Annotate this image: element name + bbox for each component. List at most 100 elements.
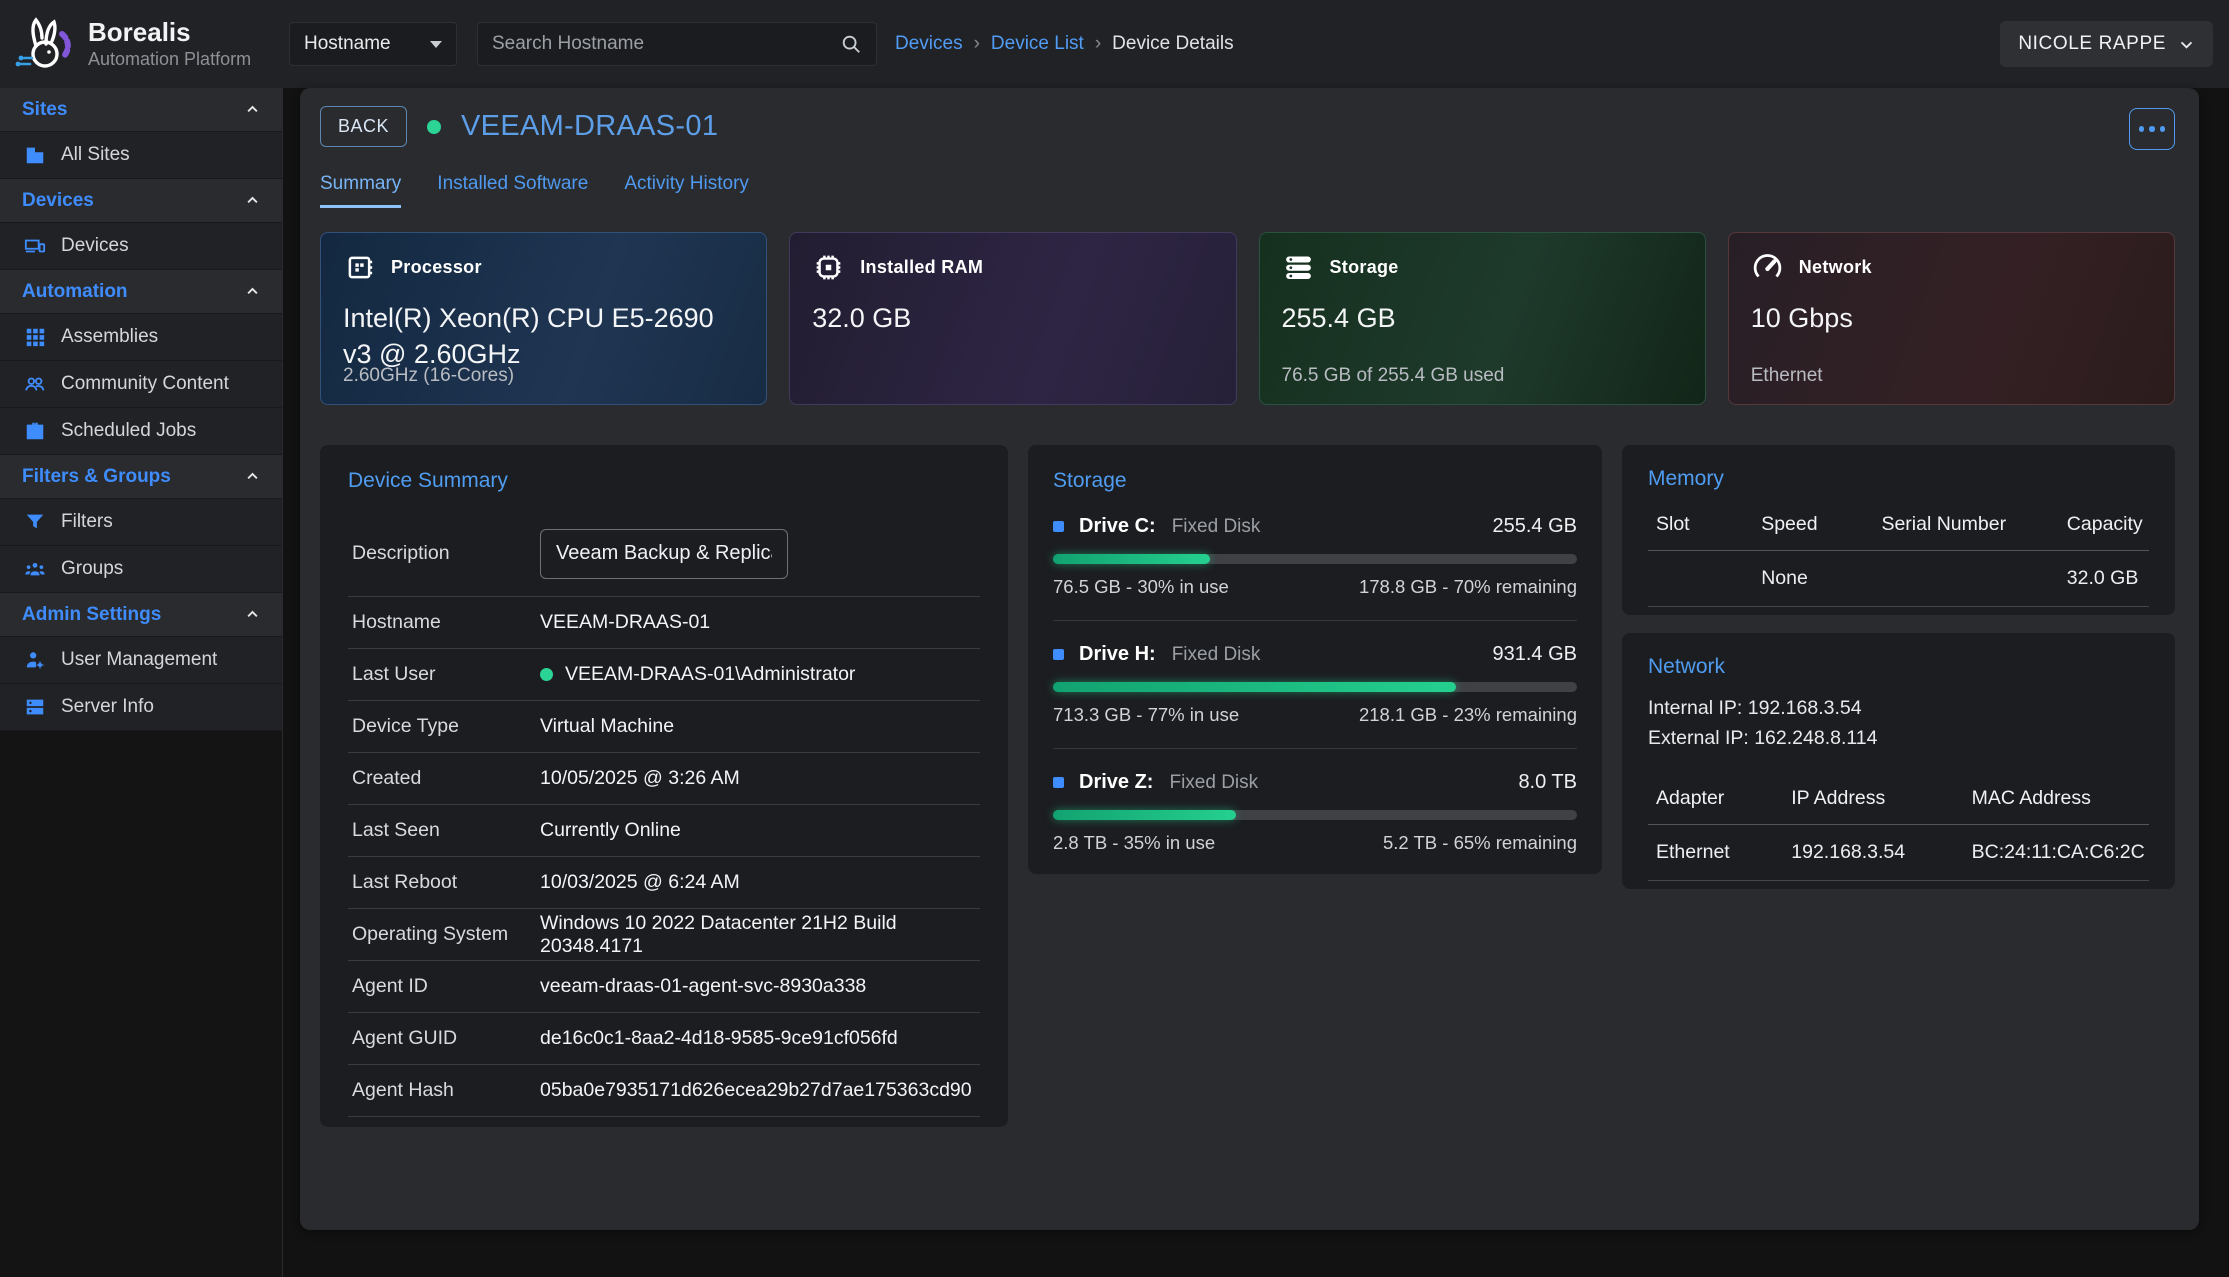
sidebar-section-label: Admin Settings (22, 604, 161, 626)
drive-row-h: Drive H: Fixed Disk 931.4 GB 713.3 GB - … (1053, 620, 1577, 726)
stat-card-title: Storage (1330, 257, 1399, 278)
dot (2149, 126, 2155, 132)
row-value: veeam-draas-01-agent-svc-8930a338 (540, 975, 866, 998)
groups-icon (24, 558, 46, 580)
drive-usage-fill (1053, 682, 1456, 692)
row-value: 10/05/2025 @ 3:26 AM (540, 767, 740, 790)
sidebar-item-label: Server Info (61, 696, 154, 718)
row-label: Last Reboot (352, 871, 540, 894)
drive-remaining-text: 5.2 TB - 65% remaining (1383, 832, 1577, 854)
cpu-icon (343, 251, 376, 284)
stat-card-value: 255.4 GB (1282, 300, 1683, 336)
drive-row-z: Drive Z: Fixed Disk 8.0 TB 2.8 TB - 35% … (1053, 748, 1577, 854)
user-menu-button[interactable]: NICOLE RAPPE (2000, 21, 2213, 67)
drive-name: Drive Z: (1079, 771, 1153, 794)
main-area: Sites All Sites Devices Devices Automati… (0, 88, 2229, 1277)
briefcase-icon (24, 420, 46, 442)
stat-card-subtitle: 2.60GHz (16-Cores) (343, 365, 514, 387)
devices-icon (24, 235, 46, 257)
memory-row: None 32.0 GB (1648, 551, 2149, 607)
panel-title: Network (1648, 655, 2149, 679)
summary-row-hostname: Hostname VEEAM-DRAAS-01 (348, 597, 980, 649)
description-input[interactable] (540, 529, 788, 579)
drive-usage-bar (1053, 682, 1577, 692)
row-label: Created (352, 767, 540, 790)
brand-tagline: Automation Platform (88, 49, 251, 70)
memory-slot (1648, 551, 1753, 607)
summary-row-last-seen: Last Seen Currently Online (348, 805, 980, 857)
drive-usage-fill (1053, 554, 1210, 564)
stat-card-title: Processor (391, 257, 482, 278)
sidebar-section-automation[interactable]: Automation (0, 270, 282, 314)
summary-row-agent-guid: Agent GUID de16c0c1-8aa2-4d18-9585-9ce91… (348, 1013, 980, 1065)
external-ip: External IP: 162.248.8.114 (1648, 723, 2149, 753)
search-icon[interactable] (840, 33, 862, 55)
drive-bullet-icon (1053, 649, 1064, 660)
tab-installed-software[interactable]: Installed Software (437, 173, 588, 208)
detail-panels-row: Device Summary Description Hostname VEEA… (320, 445, 2175, 1127)
drive-capacity: 8.0 TB (1518, 771, 1577, 794)
sidebar-section-label: Automation (22, 281, 128, 303)
back-button[interactable]: BACK (320, 106, 407, 147)
sidebar-item-label: User Management (61, 649, 217, 671)
sidebar-item-filters[interactable]: Filters (0, 499, 282, 546)
tab-activity-history[interactable]: Activity History (624, 173, 749, 208)
memory-table: Slot Speed Serial Number Capacity None 3… (1648, 501, 2149, 607)
device-title: VEEAM-DRAAS-01 (461, 110, 718, 143)
drive-name: Drive H: (1079, 643, 1156, 666)
memory-col-capacity: Capacity (2059, 501, 2149, 551)
search-box[interactable] (477, 22, 877, 66)
panel-title: Device Summary (348, 469, 980, 493)
drive-used-text: 713.3 GB - 77% in use (1053, 704, 1239, 726)
sidebar-item-assemblies[interactable]: Assemblies (0, 314, 282, 361)
row-value: 10/03/2025 @ 6:24 AM (540, 871, 740, 894)
stat-cards-row: Processor Intel(R) Xeon(R) CPU E5-2690 v… (320, 232, 2175, 405)
breadcrumb-device-list[interactable]: Device List (991, 33, 1084, 55)
rabbit-logo-icon (12, 12, 76, 76)
sidebar-item-label: Assemblies (61, 326, 158, 348)
drive-capacity: 931.4 GB (1492, 643, 1577, 666)
summary-row-os: Operating System Windows 10 2022 Datacen… (348, 909, 980, 961)
drive-bullet-icon (1053, 521, 1064, 532)
row-value: 05ba0e7935171d626ecea29b27d7ae175363cd90 (540, 1079, 972, 1102)
drive-remaining-text: 218.1 GB - 23% remaining (1359, 704, 1577, 726)
network-adapter: Ethernet (1648, 825, 1783, 881)
row-label: Agent ID (352, 975, 540, 998)
breadcrumb-devices[interactable]: Devices (895, 33, 963, 55)
caret-down-icon (430, 41, 442, 48)
brand-text: Borealis Automation Platform (88, 18, 251, 70)
row-label: Description (352, 542, 540, 565)
sidebar-item-server-info[interactable]: Server Info (0, 684, 282, 731)
drive-usage-fill (1053, 810, 1236, 820)
sidebar-item-label: Community Content (61, 373, 229, 395)
search-input[interactable] (492, 33, 840, 55)
search-field-dropdown[interactable]: Hostname (289, 22, 457, 66)
sidebar-item-scheduled-jobs[interactable]: Scheduled Jobs (0, 408, 282, 455)
tab-summary[interactable]: Summary (320, 173, 401, 208)
sidebar-section-devices[interactable]: Devices (0, 179, 282, 223)
dot (2160, 126, 2166, 132)
memory-col-serial: Serial Number (1873, 501, 2058, 551)
sidebar-section-admin-settings[interactable]: Admin Settings (0, 593, 282, 637)
chevron-up-icon (245, 607, 260, 622)
sidebar-item-all-sites[interactable]: All Sites (0, 132, 282, 179)
dot (2139, 126, 2145, 132)
sidebar-section-sites[interactable]: Sites (0, 88, 282, 132)
sidebar-section-filters-groups[interactable]: Filters & Groups (0, 455, 282, 499)
sidebar-item-label: All Sites (61, 144, 130, 166)
memory-col-speed: Speed (1753, 501, 1873, 551)
device-summary-panel: Device Summary Description Hostname VEEA… (320, 445, 1008, 1127)
row-label: Device Type (352, 715, 540, 738)
sidebar-item-user-management[interactable]: User Management (0, 637, 282, 684)
summary-row-created: Created 10/05/2025 @ 3:26 AM (348, 753, 980, 805)
row-value: Currently Online (540, 819, 681, 842)
drive-remaining-text: 178.8 GB - 70% remaining (1359, 576, 1577, 598)
more-actions-button[interactable] (2129, 108, 2175, 150)
row-label: Operating System (352, 923, 540, 946)
sidebar-item-devices[interactable]: Devices (0, 223, 282, 270)
sidebar-item-groups[interactable]: Groups (0, 546, 282, 593)
drive-row-c: Drive C: Fixed Disk 255.4 GB 76.5 GB - 3… (1053, 515, 1577, 598)
drive-used-text: 76.5 GB - 30% in use (1053, 576, 1229, 598)
sidebar-item-community-content[interactable]: Community Content (0, 361, 282, 408)
stat-card-ram: Installed RAM 32.0 GB (789, 232, 1236, 405)
